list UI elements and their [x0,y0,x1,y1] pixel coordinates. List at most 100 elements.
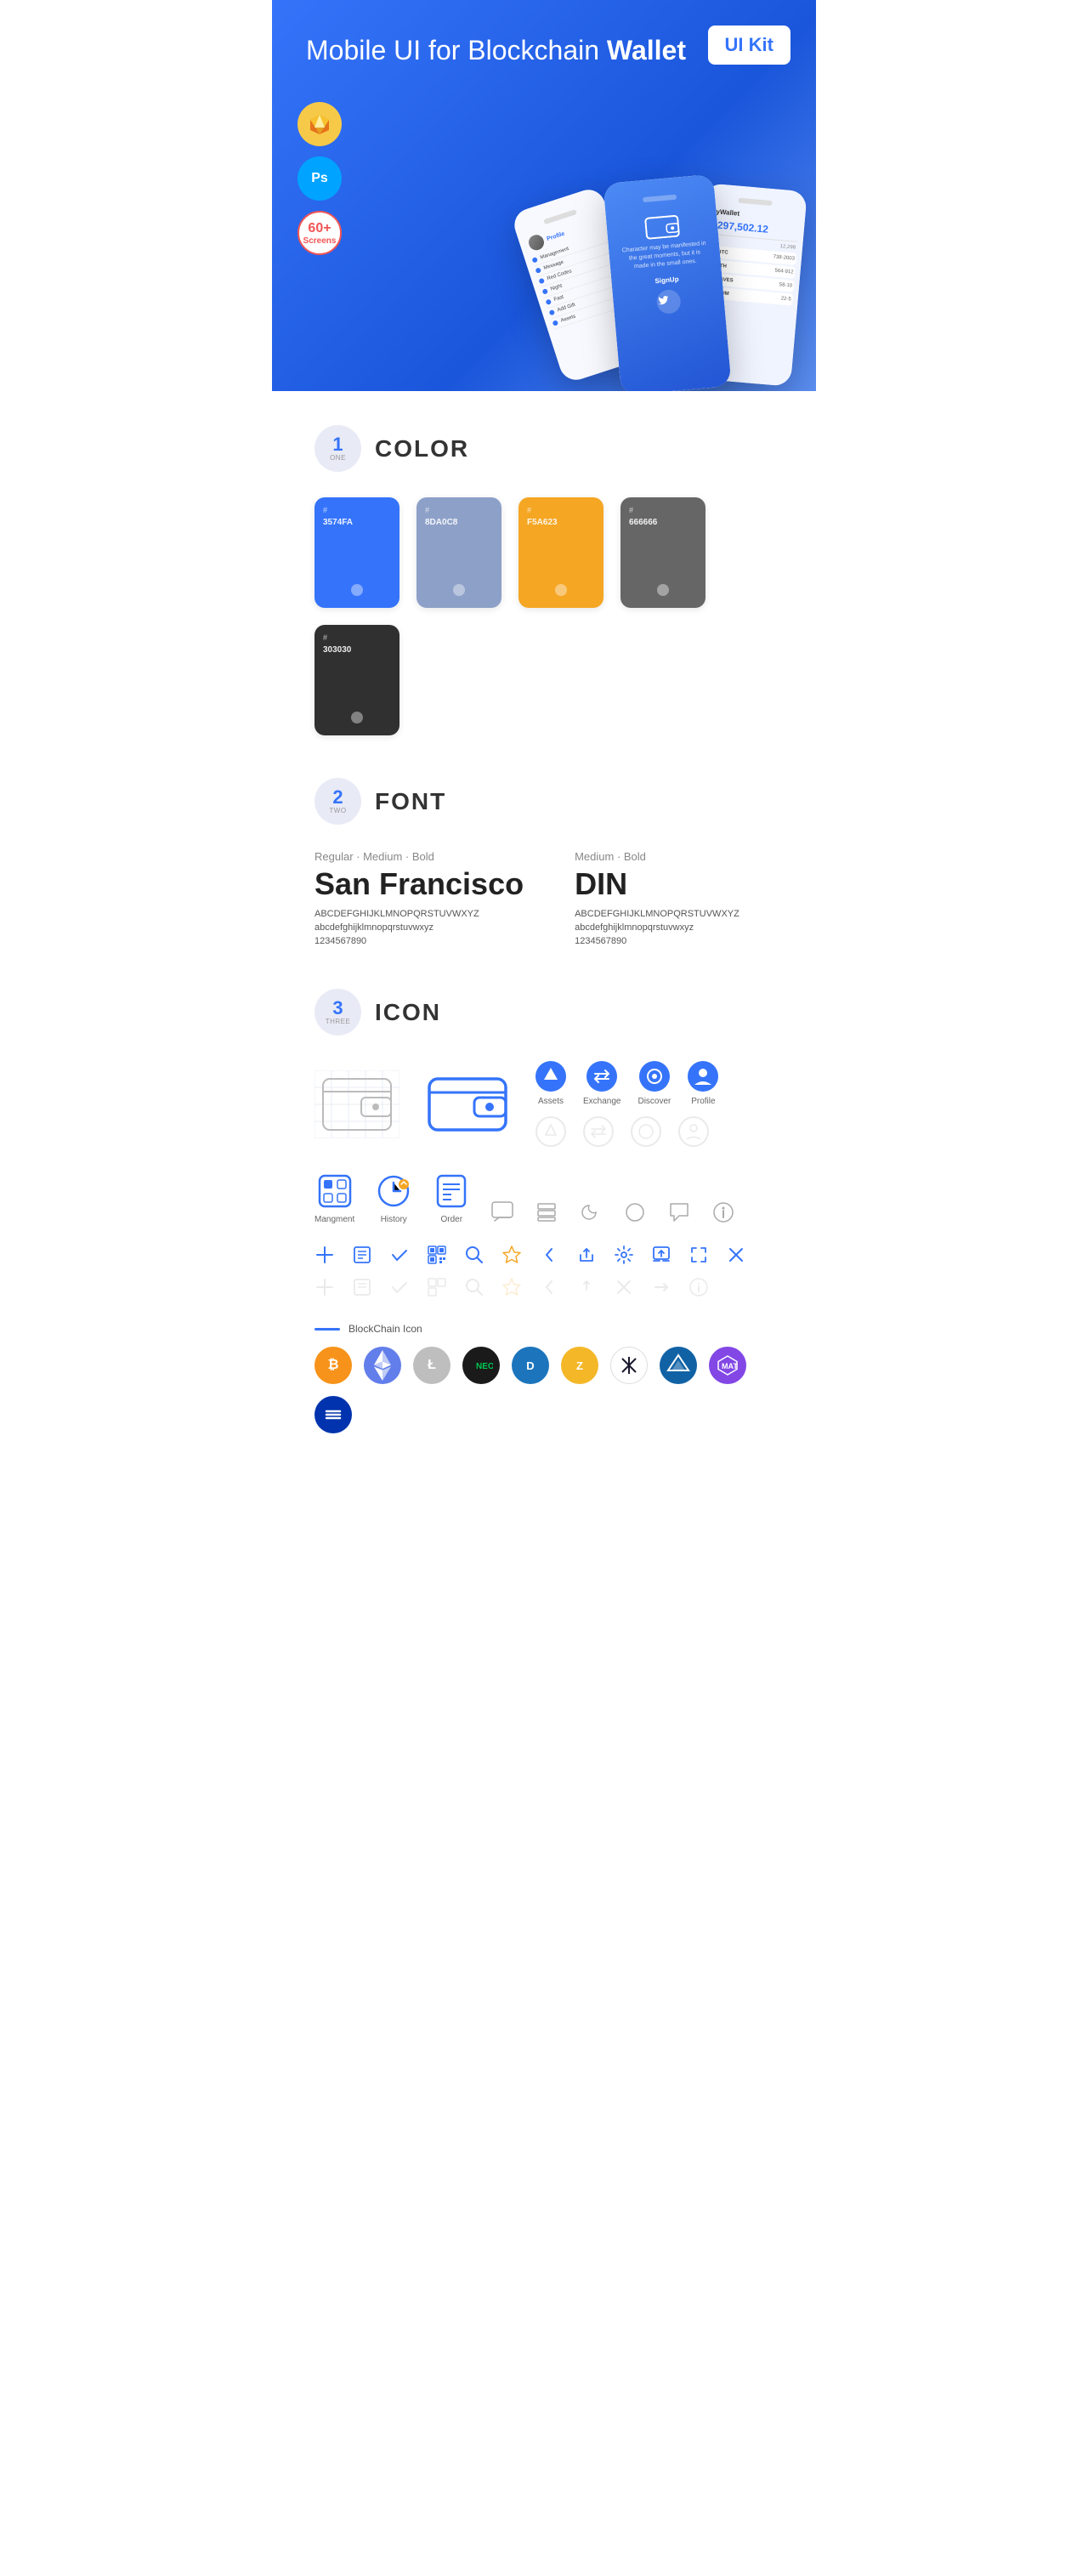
ui-kit-badge: UI Kit [708,26,790,65]
color-section-number: 1 ONE [314,425,361,472]
misc-icons-active [314,1245,774,1265]
layers-icon [535,1200,558,1224]
plus-icon-ghost [314,1277,335,1297]
swatch-gray: # 666666 [620,497,706,608]
font-meta-din: Medium · Bold [575,850,740,863]
qr-icon [427,1245,447,1265]
font-chars-upper-sf: ABCDEFGHIJKLMNOPQRSTUVWXYZ [314,909,524,919]
clipboard-icon [352,1245,372,1265]
stripes-icon [314,1396,352,1433]
profile-icon-ghost [678,1116,709,1147]
font-row: Regular · Medium · Bold San Francisco AB… [314,850,774,946]
ps-label: Ps [311,171,328,186]
chevron-left-icon [539,1245,559,1265]
font-col-sf: Regular · Medium · Bold San Francisco AB… [314,850,524,946]
font-chars-upper-din: ABCDEFGHIJKLMNOPQRSTUVWXYZ [575,909,740,919]
icon-item-history: History [375,1172,412,1224]
font-section-header: 2 TWO FONT [314,778,774,825]
sketch-badge [298,102,342,146]
chevron-left-icon-ghost [539,1277,559,1297]
blockchain-section: BlockChain Icon ₿ Ł [314,1323,774,1433]
exchange-icon [586,1061,617,1092]
color-swatches: # 3574FA # 8DA0C8 # F5A623 # 666666 # [314,497,774,735]
history-icon [375,1172,412,1210]
profile-icon [688,1061,718,1092]
ethereum-icon [364,1347,401,1384]
assets-icon-ghost [536,1116,566,1147]
font-meta-sf: Regular · Medium · Bold [314,850,524,863]
swatch-dot [351,584,363,596]
icon-section: 3 THREE ICON [314,989,774,1433]
search-icon [464,1245,484,1265]
icon-item-order: Order [433,1172,470,1224]
screens-badge: 60+ Screens [298,211,342,255]
font-section-number: 2 TWO [314,778,361,825]
icon-item-management: Mangment [314,1172,354,1224]
phones-wrapper: Profile Management Message Red Codes Nig… [510,102,808,391]
font-nums-sf: 1234567890 [314,936,524,946]
swatch-blue-gray: # 8DA0C8 [416,497,502,608]
assets-label: Assets [538,1097,564,1106]
litecoin-icon: Ł [413,1347,450,1384]
profile-label: Profile [691,1097,715,1106]
management-label: Mangment [314,1215,354,1224]
nav-icons-ghost-row [536,1116,718,1147]
blockchain-label-row: BlockChain Icon [314,1323,774,1335]
share-icon [576,1245,597,1265]
swatch-dot [555,584,567,596]
icon-item-assets: Assets [536,1061,566,1106]
neo-icon: NEO [462,1347,500,1384]
sketch-icon [308,112,332,136]
star-icon [502,1245,522,1265]
crypto-icons-row: ₿ Ł [314,1347,774,1433]
bottom-nav-icons: Mangment History [314,1172,774,1224]
twitter-icon-phone [655,288,683,316]
bitcoin-icon: ₿ [314,1347,352,1384]
swatch-dot [351,712,363,723]
x-icon-ghost [614,1277,634,1297]
badges-left: Ps 60+ Screens [298,102,342,255]
discover-icon [639,1061,670,1092]
order-label: Order [440,1215,462,1224]
swatch-dot [657,584,669,596]
matic-icon: MAT [709,1347,746,1384]
font-col-din: Medium · Bold DIN ABCDEFGHIJKLMNOPQRSTUV… [575,850,740,946]
order-icon [433,1172,470,1210]
dash-icon: D [512,1347,549,1384]
icon-item-exchange: Exchange [583,1061,620,1106]
screens-label: Screens [303,236,337,246]
icon-section-header: 3 THREE ICON [314,989,774,1036]
wallet-icon-filled [425,1070,510,1138]
icon-section-title: ICON [375,999,441,1026]
info-icon [711,1200,735,1224]
wallet-icon-phone [644,212,680,240]
exchange-icon-ghost [583,1116,614,1147]
info-icon-ghost [688,1277,709,1297]
phone-mockup-center: Character may be manifested inthe great … [603,174,731,391]
swatch-dot [453,584,465,596]
moon-icon [579,1200,603,1224]
close-icon [726,1245,746,1265]
swatch-dark: # 303030 [314,625,400,735]
chat2-icon [667,1200,691,1224]
star-icon-ghost [502,1277,522,1297]
exchange-label: Exchange [583,1097,620,1106]
color-section: 1 ONE COLOR # 3574FA # 8DA0C8 # F5A623 [314,425,774,735]
circle-icon [623,1200,647,1224]
clipboard-icon-ghost [352,1277,372,1297]
wallet-icon-showcase: Assets Exchange [314,1061,774,1147]
misc-icons-ghost [314,1277,774,1297]
color-section-title: COLOR [375,435,469,462]
font-chars-lower-din: abcdefghijklmnopqrstuvwxyz [575,922,740,933]
check-icon [389,1245,410,1265]
color-section-header: 1 ONE COLOR [314,425,774,472]
history-label: History [381,1215,407,1224]
resize-icon [688,1245,709,1265]
ardor-icon [660,1347,697,1384]
icon-section-number: 3 THREE [314,989,361,1036]
font-name-sf: San Francisco [314,866,524,902]
swatch-blue: # 3574FA [314,497,400,608]
assets-icon [536,1061,566,1092]
icon-item-discover: Discover [638,1061,671,1106]
upload-icon [651,1245,672,1265]
